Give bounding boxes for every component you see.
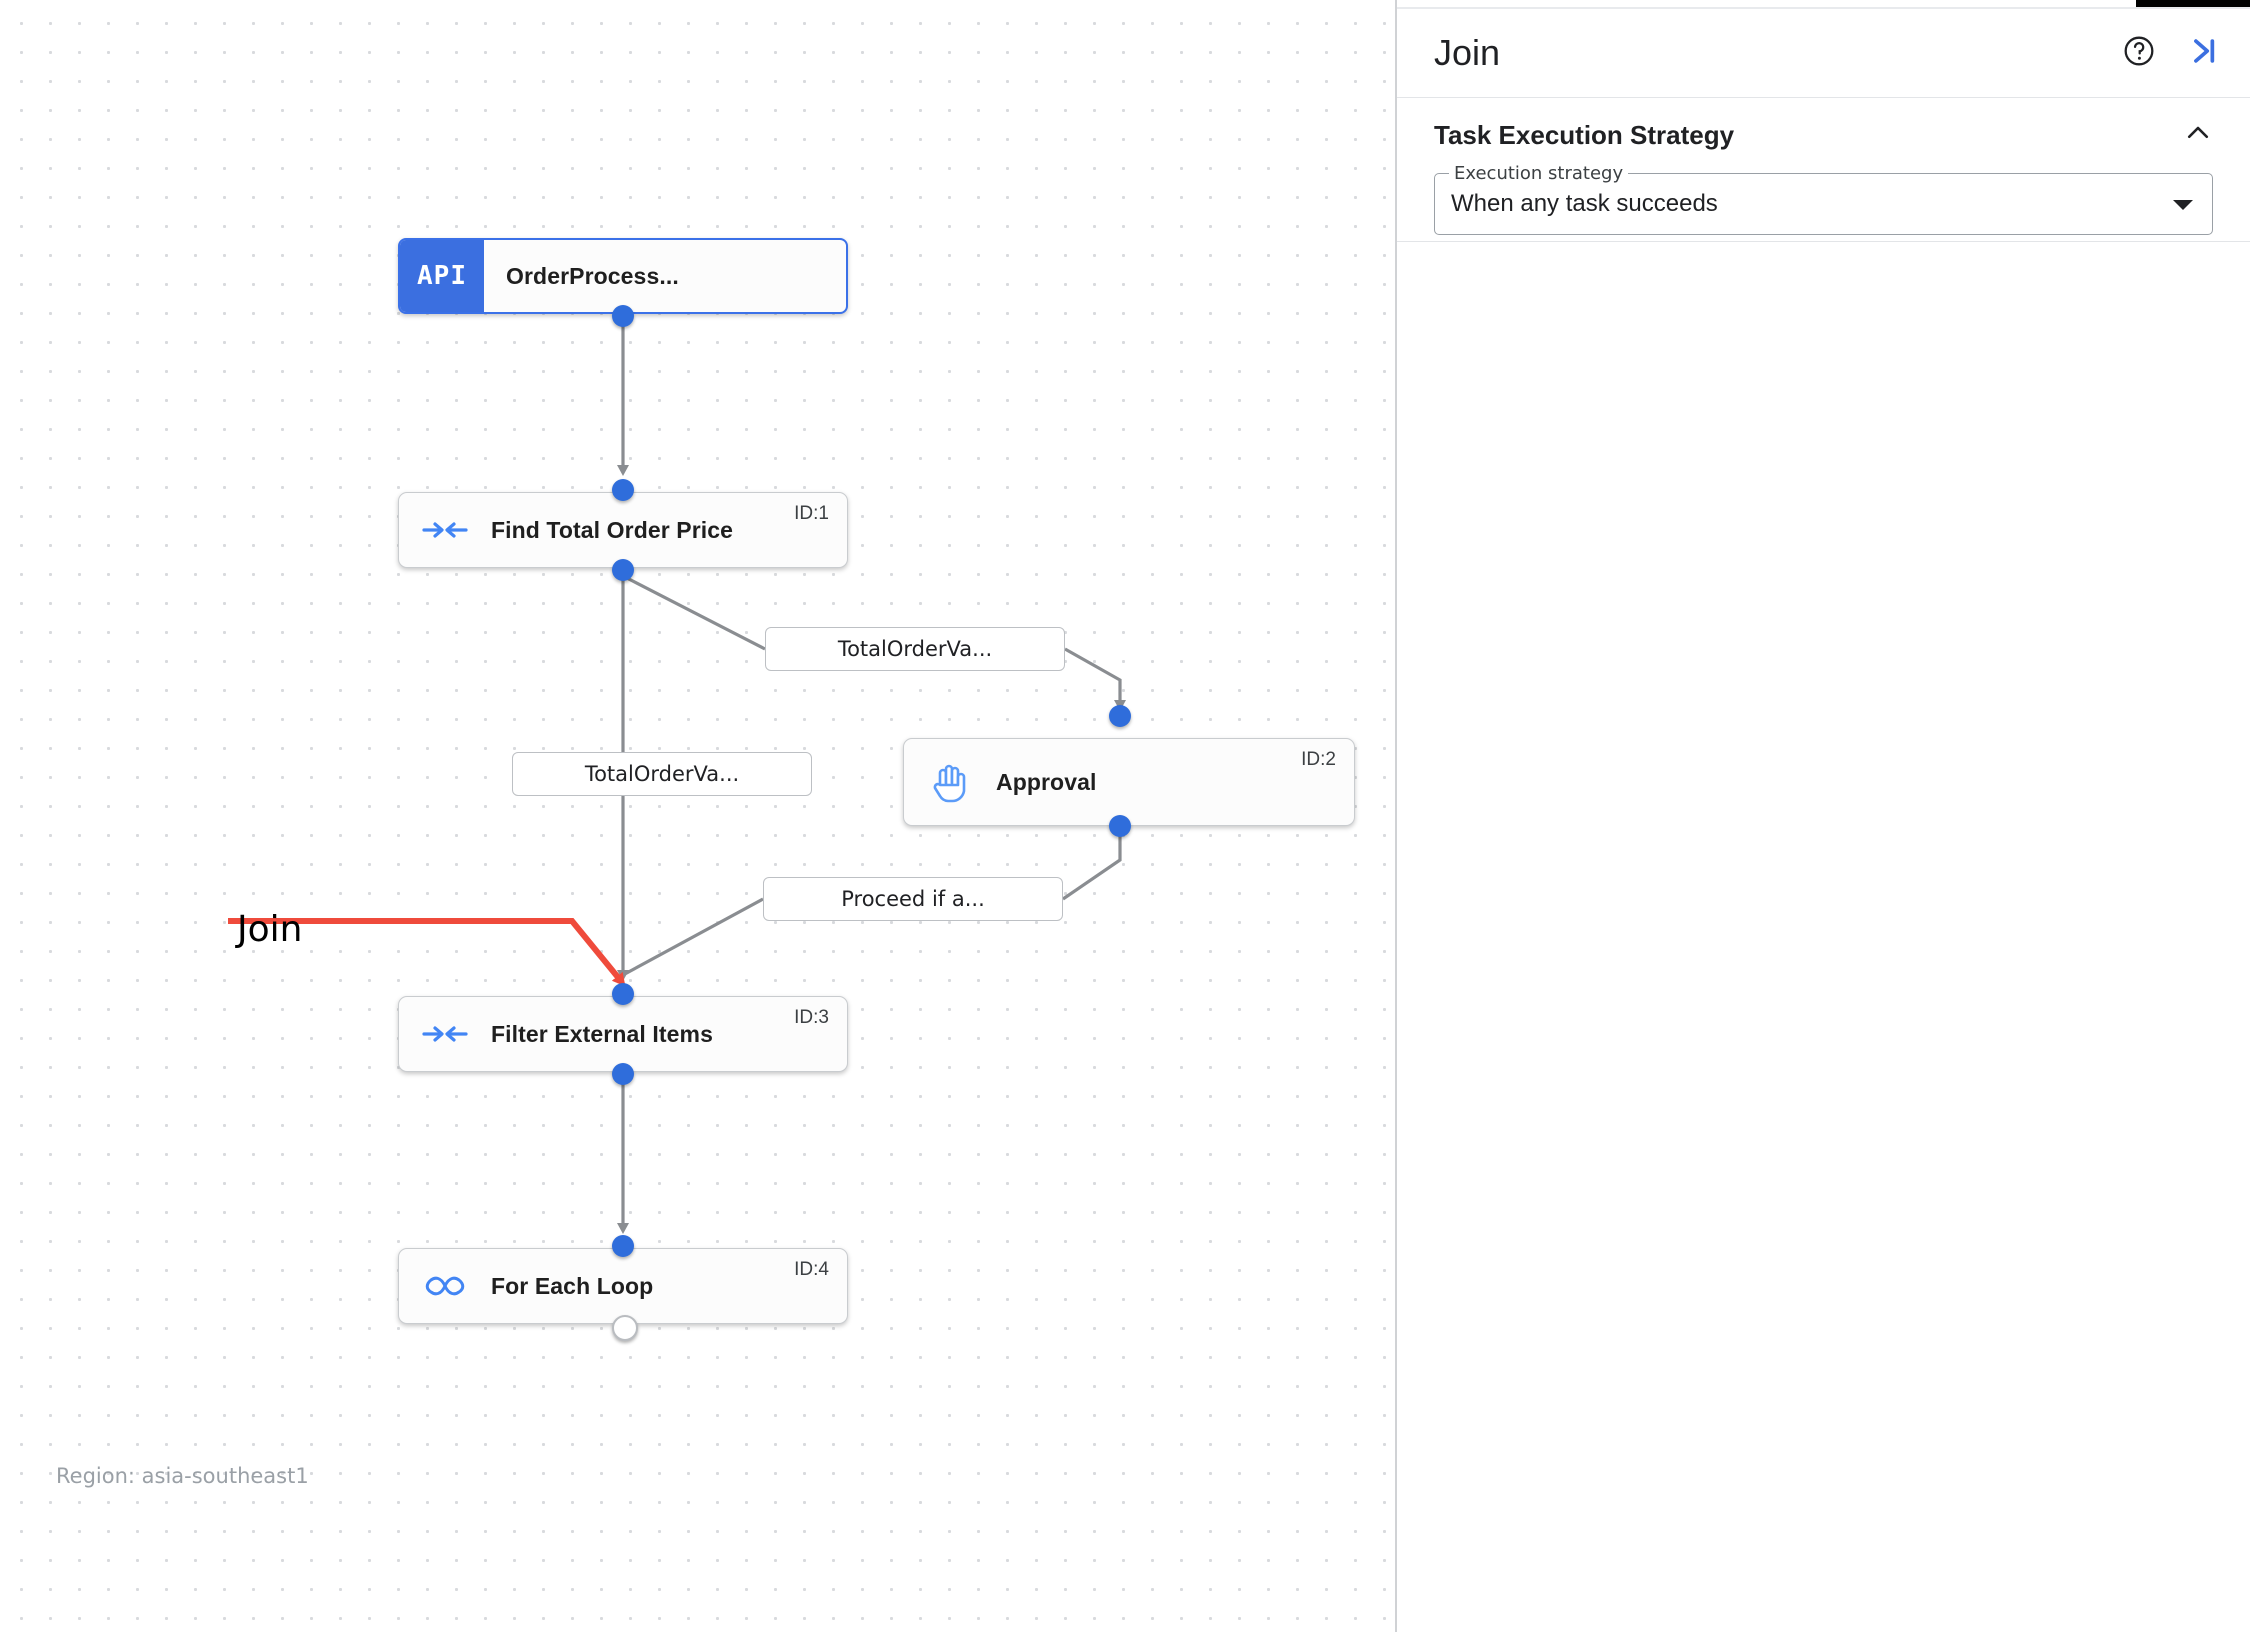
edge-label-text: TotalOrderVa...	[837, 637, 993, 661]
execution-strategy-value: When any task succeeds	[1451, 190, 1718, 217]
connector-dot-loop-out[interactable]	[612, 1315, 638, 1341]
node-find-total-order-price[interactable]: Find Total Order Price ID:1	[398, 492, 848, 568]
help-circle-icon[interactable]	[2122, 34, 2156, 73]
node-content: Approval	[904, 739, 1354, 825]
top-right-black-strip	[2136, 0, 2250, 7]
panel-header: Join	[1397, 9, 2250, 98]
connector-dot-filter-out[interactable]	[612, 1063, 634, 1085]
edge-label-chip[interactable]: TotalOrderVa...	[765, 627, 1065, 671]
node-content: Find Total Order Price	[399, 493, 847, 567]
details-panel: Join Task Execution Strategy Execution s…	[1397, 0, 2250, 1632]
node-content: For Each Loop	[399, 1249, 847, 1323]
api-badge-icon: API	[400, 240, 484, 312]
node-approval[interactable]: Approval ID:2	[903, 738, 1355, 826]
execution-strategy-select[interactable]: Execution strategy When any task succeed…	[1434, 163, 2213, 235]
raised-hand-icon	[904, 761, 996, 803]
node-for-each-loop[interactable]: For Each Loop ID:4	[398, 1248, 848, 1324]
edge-label-text: Proceed if a...	[841, 887, 985, 911]
merge-arrows-icon	[399, 516, 491, 544]
node-id-label: ID:3	[794, 1007, 829, 1028]
node-content: Filter External Items	[399, 997, 847, 1071]
edge-label-chip[interactable]: TotalOrderVa...	[512, 752, 812, 796]
node-filter-external-items[interactable]: Filter External Items ID:3	[398, 996, 848, 1072]
panel-title: Join	[1434, 32, 1501, 73]
node-content: API OrderProcess...	[400, 240, 846, 312]
node-id-label: ID:4	[794, 1259, 829, 1280]
connector-dot-trigger-out[interactable]	[612, 305, 634, 327]
connector-dot-find-in[interactable]	[612, 479, 634, 501]
connector-dot-filter-in[interactable]	[612, 983, 634, 1005]
collapse-panel-icon[interactable]	[2186, 34, 2220, 73]
dropdown-arrow-icon[interactable]	[2172, 198, 2194, 217]
node-title: For Each Loop	[491, 1272, 654, 1299]
app-root: Join API OrderProcess... Find Total Orde…	[0, 0, 2250, 1632]
node-id-label: ID:2	[1301, 749, 1336, 770]
region-label: Region: asia-southeast1	[56, 1464, 309, 1488]
node-title: OrderProcess...	[506, 262, 679, 289]
connector-dot-find-out[interactable]	[612, 559, 634, 581]
workflow-canvas[interactable]: Join API OrderProcess... Find Total Orde…	[0, 0, 1396, 1632]
node-order-process-trigger[interactable]: API OrderProcess...	[398, 238, 848, 314]
node-title: Filter External Items	[491, 1020, 713, 1047]
connector-dot-approval-out[interactable]	[1109, 815, 1131, 837]
edge-label-text: TotalOrderVa...	[584, 762, 740, 786]
panel-header-actions	[2122, 34, 2220, 73]
annotation-label: Join	[237, 909, 303, 950]
merge-arrows-icon	[399, 1020, 491, 1048]
node-title: Approval	[996, 768, 1097, 795]
infinity-loop-icon	[399, 1273, 491, 1299]
section-title: Task Execution Strategy	[1434, 119, 1735, 150]
edge-label-chip[interactable]: Proceed if a...	[763, 877, 1063, 921]
connector-dot-loop-in[interactable]	[612, 1235, 634, 1257]
node-id-label: ID:1	[794, 503, 829, 524]
section-header[interactable]: Task Execution Strategy	[1434, 97, 2213, 173]
chevron-up-icon[interactable]	[2183, 118, 2213, 153]
node-title: Find Total Order Price	[491, 516, 734, 543]
connector-dot-approval-in[interactable]	[1109, 705, 1131, 727]
task-execution-strategy-section: Task Execution Strategy Execution strate…	[1397, 97, 2250, 242]
execution-strategy-label: Execution strategy	[1449, 163, 1629, 184]
